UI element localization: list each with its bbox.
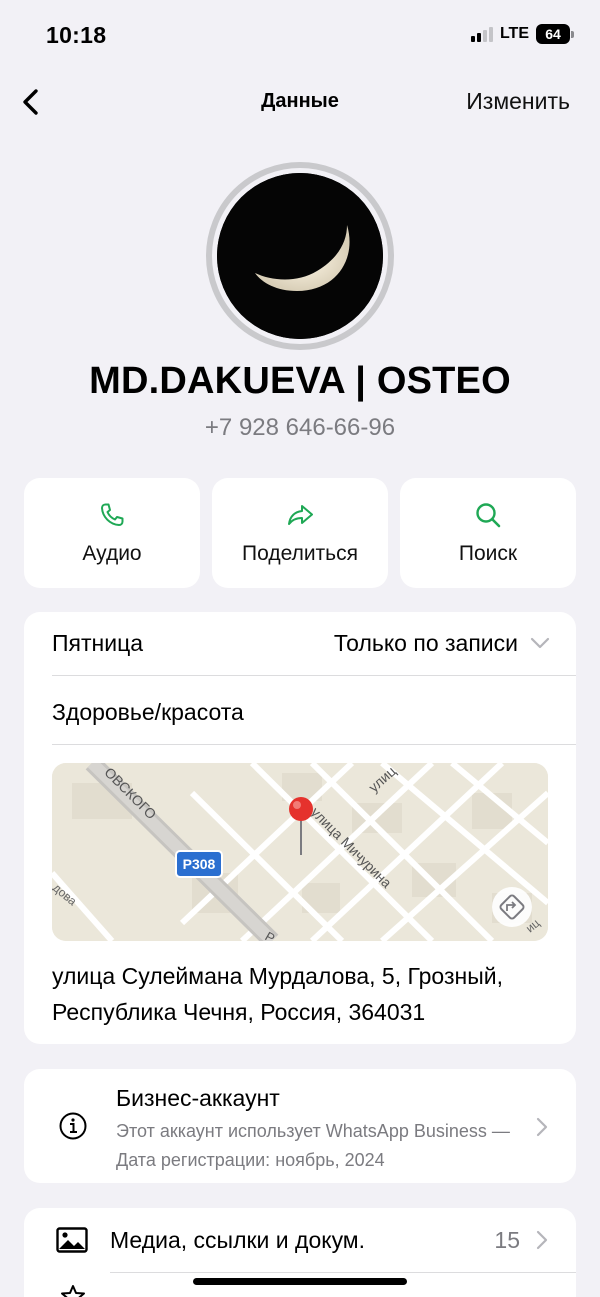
phone-icon	[101, 503, 124, 526]
avatar-image	[217, 173, 383, 339]
business-account-title: Бизнес-аккаунт	[116, 1085, 280, 1111]
action-buttons: Аудио Поделиться Поиск	[24, 478, 576, 588]
home-indicator[interactable]	[193, 1278, 407, 1285]
audio-call-button[interactable]: Аудио	[24, 478, 200, 588]
location-map[interactable]: ОВСКОГО улица Мичурина улиц дова Р иц Р3…	[52, 763, 548, 941]
hours-value: Только по записи	[333, 630, 518, 656]
status-bar: 10:18 LTE 64	[0, 0, 600, 70]
business-info-card: Пятница Только по записи Здоровье/красот…	[24, 612, 576, 1044]
business-address: улица Сулеймана Мурдалова, 5, Грозный, Р…	[52, 963, 503, 1025]
share-label: Поделиться	[242, 542, 358, 565]
crescent-moon-icon	[217, 173, 383, 339]
chevron-right-icon	[536, 1117, 548, 1137]
hours-day: Пятница	[52, 630, 144, 656]
network-type: LTE	[499, 25, 529, 42]
map-image: ОВСКОГО улица Мичурина улиц дова Р иц Р3…	[52, 763, 548, 941]
media-links-docs-row[interactable]: Медиа, ссылки и докум. 15	[24, 1208, 576, 1272]
avatar[interactable]	[206, 162, 394, 350]
contact-name: MD.DAKUEVA | OSTEO	[89, 360, 511, 402]
chevron-down-icon[interactable]	[530, 636, 550, 650]
status-indicators: LTE 64	[470, 24, 574, 44]
navigation-bar: Данные Изменить	[0, 70, 600, 134]
media-count: 15	[494, 1227, 520, 1253]
business-category-row: Здоровье/красота	[52, 677, 576, 745]
edit-button[interactable]: Изменить	[466, 88, 570, 115]
status-time: 10:18	[46, 22, 107, 48]
audio-label: Аудио	[82, 542, 142, 565]
share-icon	[288, 505, 313, 525]
search-button[interactable]: Поиск	[400, 478, 576, 588]
media-label: Медиа, ссылки и докум.	[110, 1227, 366, 1253]
business-hours-row[interactable]: Пятница Только по записи	[52, 612, 576, 676]
contact-phone: +7 928 646-66-96	[204, 414, 396, 441]
battery-level: 64	[536, 24, 570, 44]
battery-icon: 64	[536, 24, 574, 44]
info-icon	[59, 1112, 87, 1140]
business-account-card[interactable]: Бизнес-аккаунт Этот аккаунт использует W…	[24, 1069, 576, 1183]
business-account-description: Этот аккаунт использует WhatsApp Busines…	[116, 1121, 510, 1170]
directions-icon[interactable]	[492, 887, 532, 927]
share-button[interactable]: Поделиться	[212, 478, 388, 588]
search-label: Поиск	[458, 542, 518, 565]
star-icon	[61, 1285, 85, 1297]
chevron-right-icon	[536, 1230, 548, 1250]
search-icon	[476, 503, 501, 528]
road-badge: Р308	[183, 856, 216, 872]
business-category: Здоровье/красота	[52, 699, 244, 725]
signal-icon	[470, 26, 493, 42]
row-divider	[110, 1272, 576, 1273]
image-icon	[56, 1227, 88, 1253]
